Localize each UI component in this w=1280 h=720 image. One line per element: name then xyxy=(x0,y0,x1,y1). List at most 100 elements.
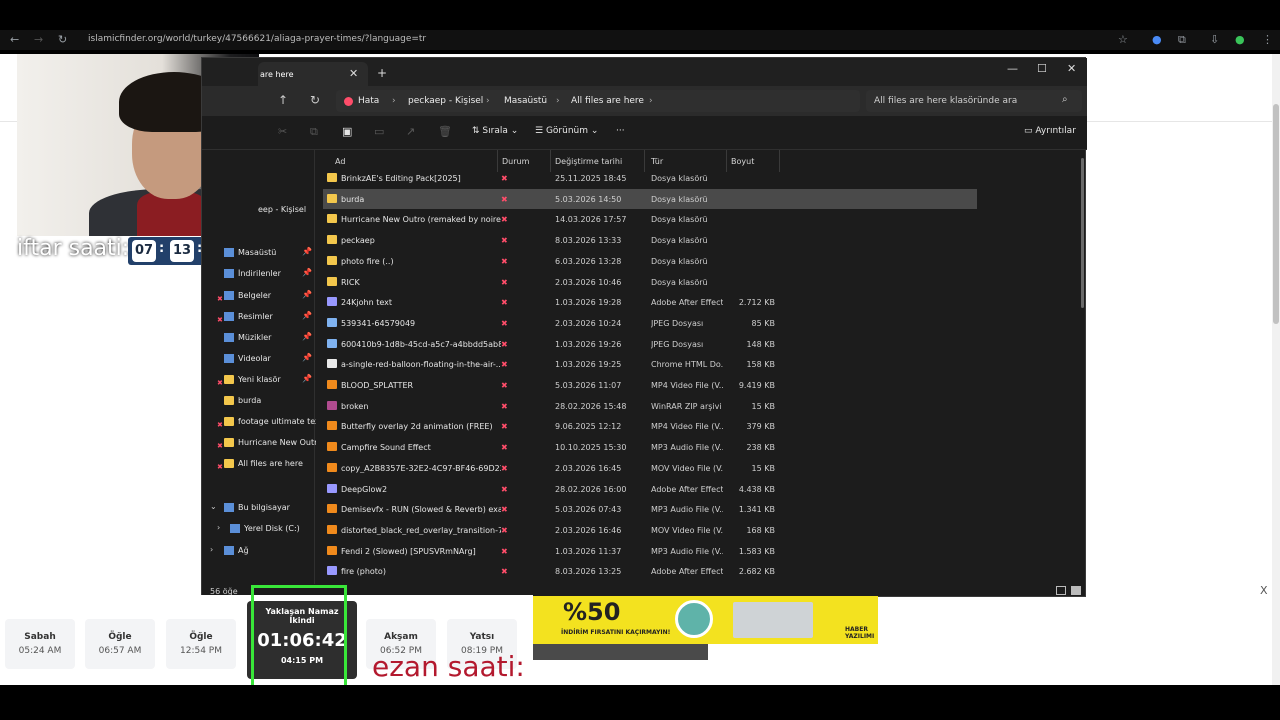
folder-icon xyxy=(224,396,234,405)
column-status[interactable]: Durum xyxy=(502,157,529,166)
refresh-icon[interactable]: ↻ xyxy=(310,93,320,107)
minimize-icon[interactable]: — xyxy=(1007,62,1018,75)
sort-button[interactable]: ⇅ Sırala ⌄ xyxy=(472,126,518,136)
copy-icon[interactable]: ⧉ xyxy=(310,125,318,139)
file-row[interactable]: burda ✖ 5.03.2026 14:50 Dosya klasörü xyxy=(323,188,977,209)
column-date[interactable]: Değiştirme tarihi xyxy=(555,157,622,166)
profile-icon[interactable]: ● xyxy=(1235,33,1245,46)
file-row[interactable]: BLOOD_SPLATTER ✖ 5.03.2026 11:07 MP4 Video … xyxy=(323,375,977,395)
expand-chevron-icon[interactable]: ⌄ xyxy=(210,502,217,511)
column-size[interactable]: Boyut xyxy=(731,157,754,166)
sync-error-icon: ✖ xyxy=(501,505,508,515)
file-name: photo fire (..) xyxy=(341,256,394,266)
music-icon xyxy=(224,333,234,342)
tiles-view-icon[interactable] xyxy=(1071,586,1081,595)
file-row[interactable]: 24Kjohn text ✖ 1.03.2026 19:28 Adobe After … xyxy=(323,292,977,312)
file-row[interactable]: copy_A2B8357E-32E2-4C97-BF46-69D220... ✖ 2… xyxy=(323,458,977,478)
file-name: fire (photo) xyxy=(341,567,386,577)
new-tab-icon[interactable]: + xyxy=(377,66,387,80)
folder-icon xyxy=(224,417,234,426)
nav-item[interactable]: Ağ › xyxy=(202,541,315,561)
maximize-icon[interactable]: ☐ xyxy=(1037,62,1047,75)
cut-icon[interactable]: ✂ xyxy=(278,125,287,138)
file-row[interactable]: 600410b9-1d8b-45cd-a5c7-a4bbdd5ab825 ✖ 1.0… xyxy=(323,334,977,354)
nav-item[interactable]: burda xyxy=(202,391,315,411)
share-icon[interactable]: ↗ xyxy=(406,125,415,138)
file-row[interactable]: distorted_black_red_overlay_transition-7… xyxy=(323,520,977,540)
expand-chevron-icon[interactable]: › xyxy=(210,545,213,554)
column-name[interactable]: Ad xyxy=(335,157,345,166)
file-row[interactable]: 539341-64579049 ✖ 2.03.2026 10:24 JPEG Dosy… xyxy=(323,313,977,333)
nav-item[interactable]: Yeni klasör 📌 ✖ xyxy=(202,370,315,390)
nav-item[interactable]: Bu bilgisayar ⌄ xyxy=(202,498,315,518)
breadcrumb-item[interactable]: Hata xyxy=(358,96,379,106)
nav-item[interactable]: Müzikler 📌 xyxy=(202,328,315,348)
breadcrumb[interactable]: Hata › peckaep - Kişisel › Masaüstü › Al… xyxy=(336,90,860,112)
breadcrumb-item[interactable]: All files are here xyxy=(571,96,644,106)
details-button[interactable]: ▭ Ayrıntılar xyxy=(1024,126,1076,136)
nav-item[interactable]: Hurricane New Outro ✖ xyxy=(202,433,316,453)
delete-icon[interactable]: 🗑 xyxy=(438,125,452,138)
view-button[interactable]: ☰ Görünüm ⌄ xyxy=(535,126,598,136)
nav-item[interactable]: Resimler 📌 ✖ xyxy=(202,307,315,327)
nav-item[interactable]: eep - Kişisel xyxy=(202,200,315,220)
explorer-tab[interactable]: are here ✕ xyxy=(258,62,368,86)
nav-item[interactable]: All files are here ✖ xyxy=(202,454,315,474)
scrollbar-thumb[interactable] xyxy=(1273,104,1279,324)
close-tab-icon[interactable]: ✕ xyxy=(349,67,358,80)
file-row[interactable]: DeepGlow2 ✖ 28.02.2026 16:00 Adobe After Ef… xyxy=(323,479,977,499)
file-row[interactable]: RICK ✖ 2.03.2026 10:46 Dosya klasörü xyxy=(323,272,977,292)
bookmark-star-icon[interactable]: ☆ xyxy=(1118,33,1128,46)
close-ad-icon[interactable]: X xyxy=(1260,584,1268,597)
nav-item[interactable]: İndirilenler 📌 xyxy=(202,264,315,284)
page-scrollbar[interactable] xyxy=(1272,54,1280,685)
extensions-puzzle-icon[interactable]: ⧉ xyxy=(1178,33,1186,47)
file-row[interactable]: Demisevfx - RUN (Slowed & Reverb) exac..… xyxy=(323,499,977,519)
file-row[interactable]: Fendi 2 (Slowed) [SPUSVRmNArg] ✖ 1.03.2026… xyxy=(323,541,977,561)
file-row[interactable]: photo fire (..) ✖ 6.03.2026 13:28 Dosya kla… xyxy=(323,251,977,271)
breadcrumb-item[interactable]: Masaüstü xyxy=(504,96,547,106)
paste-icon[interactable]: ▣ xyxy=(342,125,352,138)
details-view-icon[interactable] xyxy=(1056,586,1066,595)
forward-icon[interactable]: → xyxy=(34,33,43,46)
download-icon[interactable]: ⇩ xyxy=(1210,33,1219,46)
pin-icon: 📌 xyxy=(302,247,312,256)
rename-icon[interactable]: ▭ xyxy=(374,125,384,138)
back-icon[interactable]: ← xyxy=(10,33,19,46)
file-date: 6.03.2026 13:28 xyxy=(555,256,622,266)
column-type[interactable]: Tür xyxy=(651,157,663,166)
menu-icon[interactable]: ⋮ xyxy=(1262,33,1273,46)
nav-item[interactable]: Videolar 📌 xyxy=(202,349,315,369)
file-list-scrollbar[interactable] xyxy=(1081,158,1084,308)
file-row[interactable]: fire (photo) ✖ 8.03.2026 13:25 Adobe After … xyxy=(323,561,977,581)
nav-item[interactable]: Masaüstü 📌 xyxy=(202,243,315,263)
file-row[interactable]: Hurricane New Outro (remaked by noire) ✖ 1… xyxy=(323,209,977,229)
nav-item[interactable]: Yerel Disk (C:) › xyxy=(202,519,315,539)
countdown-hours: 07 xyxy=(132,240,156,262)
file-row[interactable]: Campfire Sound Effect ✖ 10.10.2025 15:30 MP… xyxy=(323,437,977,457)
file-date: 8.03.2026 13:33 xyxy=(555,236,622,246)
iftar-label: iftar saati: xyxy=(17,236,130,261)
nav-item[interactable]: footage ultimate text ✖ xyxy=(202,412,316,432)
file-row[interactable]: broken ✖ 28.02.2026 15:48 WinRAR ZIP arşivi… xyxy=(323,396,977,416)
search-input[interactable]: All files are here klasöründe ara ⌕ xyxy=(866,90,1082,112)
reload-icon[interactable]: ↻ xyxy=(58,33,67,46)
breadcrumb-item[interactable]: peckaep - Kişisel xyxy=(408,96,483,106)
advertisement-banner[interactable]: %50 İNDİRİM FIRSATINI KAÇIRMAYIN! HABER … xyxy=(533,596,878,644)
up-arrow-icon[interactable]: ↑ xyxy=(278,93,288,107)
sync-error-icon: ✖ xyxy=(501,215,508,225)
close-window-icon[interactable]: ✕ xyxy=(1067,62,1076,75)
file-name: DeepGlow2 xyxy=(341,484,388,494)
nav-item[interactable]: Belgeler 📌 ✖ xyxy=(202,286,315,306)
extension-icon[interactable]: ● xyxy=(1152,33,1162,46)
expand-chevron-icon[interactable]: › xyxy=(217,523,220,532)
url-bar[interactable]: islamicfinder.org/world/turkey/47566621/… xyxy=(88,34,426,44)
file-type: Adobe After Effect... xyxy=(651,567,723,577)
nav-label: burda xyxy=(238,396,262,405)
more-options-button[interactable]: ··· xyxy=(616,126,625,136)
file-row[interactable]: a-single-red-balloon-floating-in-the-air… xyxy=(323,354,977,374)
file-name: distorted_black_red_overlay_transition-7 xyxy=(341,525,501,535)
file-row[interactable]: Butterfly overlay 2d animation (FREE) ✖ 9.… xyxy=(323,416,977,436)
file-row[interactable]: BrinkzAE's Editing Pack[2025] ✖ 25.11.2025… xyxy=(323,168,977,188)
file-row[interactable]: peckaep ✖ 8.03.2026 13:33 Dosya klasörü xyxy=(323,230,977,250)
